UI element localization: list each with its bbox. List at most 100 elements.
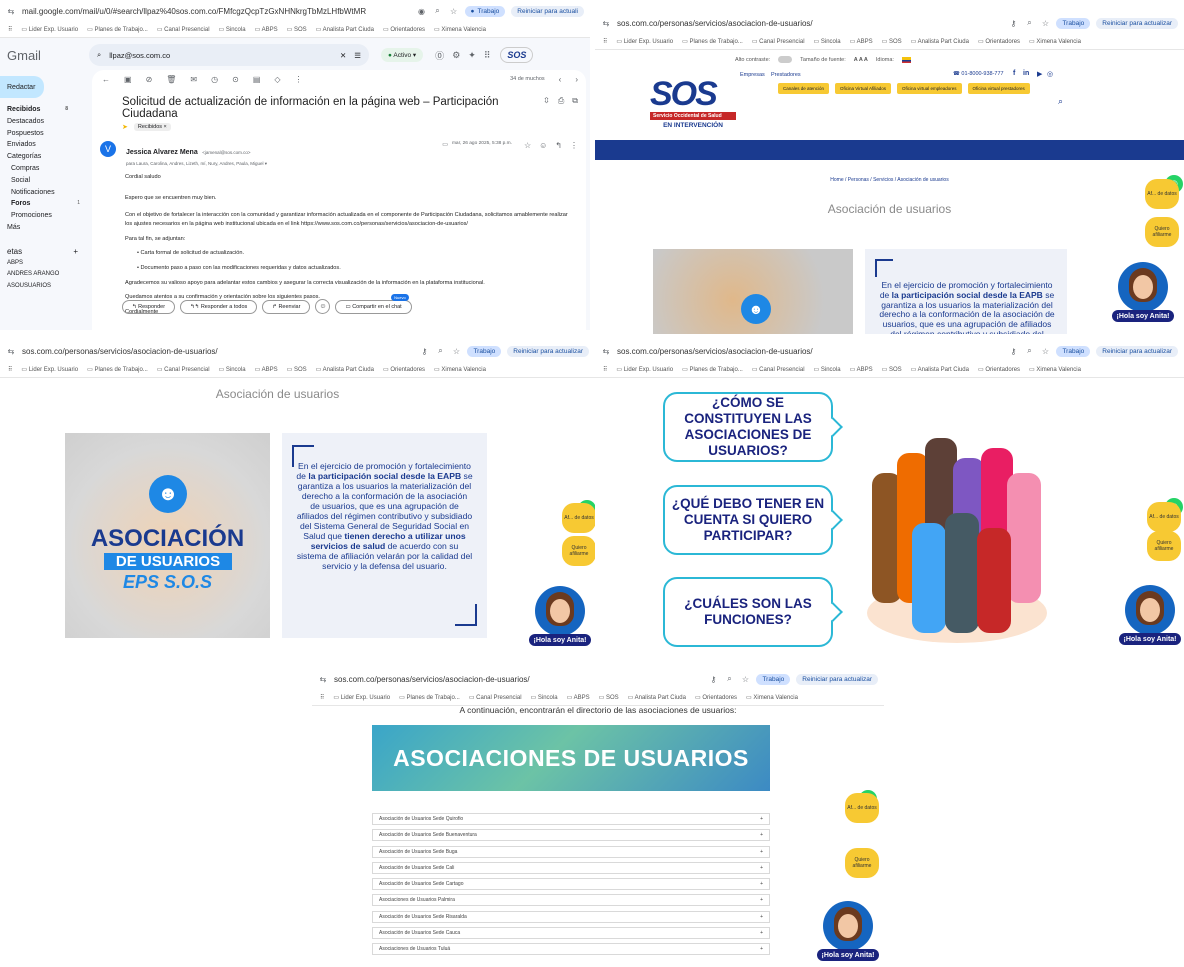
account-logo[interactable]: SOS [500, 47, 534, 63]
directory-item-3[interactable]: Asociación de Usuarios Sede Buga + [372, 845, 770, 858]
anita-chat-widget[interactable]: ¡Hola soy Anita! [1112, 262, 1174, 332]
bookmark-7[interactable]: ▭ Analista Part Ciuda [911, 38, 969, 45]
datos-button[interactable]: Af... de datos [1147, 502, 1181, 532]
bookmark-4[interactable]: ▭ Sincola [814, 366, 841, 373]
site-info-icon[interactable]: ⇆ [601, 346, 611, 356]
profile-button[interactable]: Trabajo [1056, 17, 1091, 29]
nav-foros[interactable]: Foros 1 [0, 198, 90, 210]
instagram-icon[interactable]: ◎ [1047, 70, 1053, 78]
bookmark-1[interactable]: ▭ Lider Exp. Usuario [616, 366, 673, 373]
phone-number[interactable]: ☎ 01-8000-938-777 [953, 71, 1004, 77]
back-icon[interactable]: ← [102, 75, 110, 84]
profile-button[interactable]: ● Trabajo [464, 5, 506, 17]
compose-button[interactable]: Redactar [0, 76, 44, 98]
prev-icon[interactable]: ‹ [559, 75, 562, 84]
search-input[interactable]: llpaz@sos.com.co [109, 51, 332, 60]
datos-button[interactable]: Af... de datos [562, 503, 595, 533]
profile-button[interactable]: Trabajo [467, 345, 502, 357]
restart-button[interactable]: Reiniciar para actualizar [1096, 345, 1178, 357]
zoom-icon[interactable]: ⌕ [1024, 18, 1034, 28]
directory-item-8[interactable]: Asociación de Usuarios Sede Cauca + [372, 927, 770, 940]
site-info-icon[interactable]: ⇆ [6, 6, 16, 16]
snooze-icon[interactable]: ◷ [211, 75, 218, 84]
apps-grid-icon[interactable]: ⠿ [484, 50, 491, 61]
directory-item-9[interactable]: Asociaciones de Usuarios Tuluá + [372, 943, 770, 956]
anita-chat-widget[interactable]: ¡Hola soy Anita! [1119, 585, 1181, 655]
bookmark-4[interactable]: ▭ Sincola [219, 366, 246, 373]
star-icon[interactable]: ☆ [1040, 18, 1050, 28]
bookmark-1[interactable]: ▭ Lider Exp. Usuario [333, 694, 390, 701]
address-bar-3[interactable]: sos.com.co/personas/servicios/asociacion… [22, 347, 413, 356]
bookmark-8[interactable]: ▭ Orientadores [978, 38, 1020, 45]
restart-button[interactable]: Reiniciar para actualizar [507, 345, 589, 357]
nav-enviados[interactable]: Enviados [0, 139, 90, 151]
profile-button[interactable]: Trabajo [756, 673, 791, 685]
bookmark-5[interactable]: ▭ ABPS [567, 694, 590, 701]
bookmark-5[interactable]: ▭ ABPS [850, 366, 873, 373]
oficina-afiliados-button[interactable]: Oficina Virtual Afiliados [835, 83, 891, 94]
apps-icon[interactable]: ⠿ [603, 366, 607, 373]
site-info-icon[interactable]: ⇆ [6, 346, 16, 356]
bookmark-3[interactable]: ▭ Canal Presencial [469, 694, 522, 701]
star-icon[interactable]: ☆ [449, 6, 459, 16]
delete-icon[interactable]: 🗑 [166, 75, 176, 84]
bookmark-9[interactable]: ▭ Ximena Valencia [1029, 38, 1081, 45]
address-bar-2[interactable]: sos.com.co/personas/servicios/asociacion… [617, 19, 1002, 28]
bookmark-1[interactable]: ▭ Lider Exp. Usuario [21, 366, 78, 373]
gemini-icon[interactable]: ✦ [468, 50, 476, 61]
spam-icon[interactable]: ⊘ [146, 75, 153, 84]
facebook-icon[interactable]: f [1013, 70, 1015, 77]
bookmark-4[interactable]: ▭ Sincola [814, 38, 841, 45]
message-more-icon[interactable]: ⋮ [570, 141, 578, 150]
restart-button[interactable]: Reiniciar para actuali [511, 5, 584, 17]
afiliarme-button[interactable]: Quiero afiliarme [1145, 217, 1179, 247]
bookmark-9[interactable]: ▭ Ximena Valencia [434, 366, 486, 373]
bookmark-7[interactable]: ▭ Analista Part Ciuda [316, 366, 374, 373]
bookmark-4[interactable]: ▭ Sincola [531, 694, 558, 701]
bookmark-9[interactable]: ▭ Ximena Valencia [746, 694, 798, 701]
datos-button[interactable]: Af... de datos [845, 793, 879, 823]
question-bubble-3[interactable]: ¿CUÁLES SON LAS FUNCIONES? [663, 577, 833, 647]
profile-button[interactable]: Trabajo [1056, 345, 1091, 357]
address-bar[interactable]: mail.google.com/mail/u/0/#search/llpaz%4… [22, 7, 411, 16]
nav-social[interactable]: Social [0, 175, 90, 187]
filter-icon[interactable]: ☰ [354, 51, 361, 60]
print-icon[interactable]: ⎙ [558, 96, 564, 106]
avatar[interactable]: V [100, 141, 116, 157]
add-label-icon[interactable]: + [73, 246, 78, 258]
oficina-empleadores-button[interactable]: Oficina virtual empleadores [896, 83, 962, 94]
recipients[interactable]: para Laura, Carolina, Andres, Lizeth, mí… [126, 161, 442, 167]
important-icon[interactable]: ➤ [122, 123, 128, 131]
bookmark-6[interactable]: ▭ SOS [599, 694, 619, 701]
site-info-icon[interactable]: ⇆ [601, 18, 611, 28]
star-icon[interactable]: ☆ [451, 346, 461, 356]
bookmark-9[interactable]: ▭ Ximena Valencia [434, 26, 486, 33]
bookmark-3[interactable]: ▭ Canal Presencial [752, 366, 805, 373]
new-window-icon[interactable]: ⧉ [572, 96, 578, 106]
afiliarme-button[interactable]: Quiero afiliarme [1147, 531, 1181, 561]
sos-logo[interactable]: SOS Servicio Occidental de Salud EN INTE… [650, 76, 736, 138]
reply-all-button[interactable]: ↰↰ Responder a todos [180, 299, 258, 314]
apps-icon[interactable]: ⠿ [603, 38, 607, 45]
linkedin-icon[interactable]: in [1023, 70, 1029, 77]
directory-item-1[interactable]: Asociación de Usuarios Sede Quirofio + [372, 813, 770, 825]
gmail-logo[interactable]: Gmail [7, 48, 89, 63]
bookmark-7[interactable]: ▭ Analista Part Ciuda [628, 694, 686, 701]
archive-icon[interactable]: ▣ [124, 75, 132, 84]
restart-button[interactable]: Reiniciar para actualizar [796, 673, 878, 685]
bookmark-5[interactable]: ▭ ABPS [255, 366, 278, 373]
bookmark-9[interactable]: ▭ Ximena Valencia [1029, 366, 1081, 373]
reply-icon[interactable]: ↰ [555, 141, 562, 150]
search-box[interactable]: ⌕ llpaz@sos.com.co ✕ ☰ [89, 44, 369, 66]
top-link-prestadores[interactable]: Prestadores [771, 72, 801, 78]
youtube-icon[interactable]: ▶ [1037, 70, 1042, 78]
zoom-icon[interactable]: ⌕ [435, 346, 445, 356]
key-icon[interactable]: ⚷ [419, 346, 429, 356]
eye-icon[interactable]: ◉ [417, 6, 427, 16]
nav-compras[interactable]: Compras [0, 163, 90, 175]
next-icon[interactable]: › [575, 75, 578, 84]
expand-icon[interactable]: ⇳ [543, 96, 550, 105]
bookmark-3[interactable]: ▭ Canal Presencial [752, 38, 805, 45]
task-icon[interactable]: ⊙ [232, 75, 239, 84]
nav-categorias[interactable]: Categorías [0, 151, 90, 163]
